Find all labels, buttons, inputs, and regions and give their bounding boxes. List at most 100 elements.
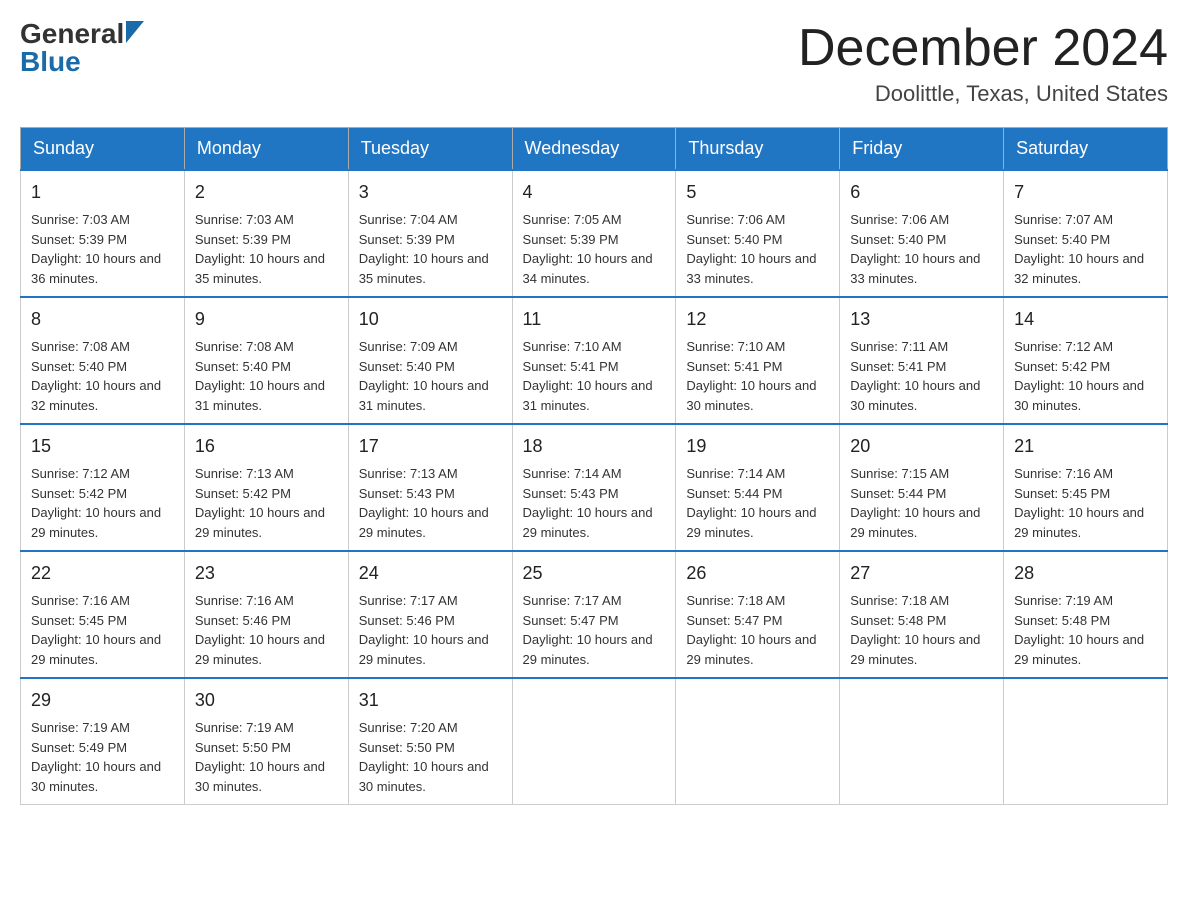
calendar-header-tuesday: Tuesday — [348, 128, 512, 171]
day-info: Sunrise: 7:13 AMSunset: 5:43 PMDaylight:… — [359, 464, 502, 542]
calendar-header-wednesday: Wednesday — [512, 128, 676, 171]
logo: General Blue — [20, 20, 144, 76]
day-info: Sunrise: 7:08 AMSunset: 5:40 PMDaylight:… — [31, 337, 174, 415]
calendar-day-2: 2 Sunrise: 7:03 AMSunset: 5:39 PMDaylight… — [184, 170, 348, 297]
day-number: 31 — [359, 687, 502, 714]
calendar-table: SundayMondayTuesdayWednesdayThursdayFrid… — [20, 127, 1168, 805]
day-number: 2 — [195, 179, 338, 206]
day-number: 21 — [1014, 433, 1157, 460]
calendar-day-25: 25 Sunrise: 7:17 AMSunset: 5:47 PMDayligh… — [512, 551, 676, 678]
month-year-title: December 2024 — [798, 20, 1168, 77]
calendar-header-monday: Monday — [184, 128, 348, 171]
day-info: Sunrise: 7:12 AMSunset: 5:42 PMDaylight:… — [1014, 337, 1157, 415]
calendar-week-row-4: 22 Sunrise: 7:16 AMSunset: 5:45 PMDayligh… — [21, 551, 1168, 678]
calendar-day-16: 16Sunrise: 7:13 AMSunset: 5:42 PMDayligh… — [184, 424, 348, 551]
day-info: Sunrise: 7:13 AMSunset: 5:42 PMDaylight:… — [195, 464, 338, 542]
calendar-day-5: 5Sunrise: 7:06 AMSunset: 5:40 PMDaylight… — [676, 170, 840, 297]
day-info: Sunrise: 7:05 AMSunset: 5:39 PMDaylight:… — [523, 210, 666, 288]
calendar-empty-cell — [840, 678, 1004, 805]
calendar-day-19: 19Sunrise: 7:14 AMSunset: 5:44 PMDayligh… — [676, 424, 840, 551]
calendar-day-21: 21 Sunrise: 7:16 AMSunset: 5:45 PMDayligh… — [1004, 424, 1168, 551]
day-info: Sunrise: 7:10 AMSunset: 5:41 PMDaylight:… — [686, 337, 829, 415]
calendar-week-row-3: 15 Sunrise: 7:12 AMSunset: 5:42 PMDayligh… — [21, 424, 1168, 551]
day-number: 6 — [850, 179, 993, 206]
day-number: 24 — [359, 560, 502, 587]
calendar-day-7: 7 Sunrise: 7:07 AMSunset: 5:40 PMDaylight… — [1004, 170, 1168, 297]
day-info: Sunrise: 7:17 AMSunset: 5:47 PMDaylight:… — [523, 591, 666, 669]
day-info: Sunrise: 7:18 AMSunset: 5:47 PMDaylight:… — [686, 591, 829, 669]
calendar-day-8: 8 Sunrise: 7:08 AMSunset: 5:40 PMDaylight… — [21, 297, 185, 424]
calendar-day-29: 29Sunrise: 7:19 AMSunset: 5:49 PMDayligh… — [21, 678, 185, 805]
day-info: Sunrise: 7:15 AMSunset: 5:44 PMDaylight:… — [850, 464, 993, 542]
day-info: Sunrise: 7:18 AMSunset: 5:48 PMDaylight:… — [850, 591, 993, 669]
day-info: Sunrise: 7:03 AMSunset: 5:39 PMDaylight:… — [195, 210, 338, 288]
calendar-day-10: 10Sunrise: 7:09 AMSunset: 5:40 PMDayligh… — [348, 297, 512, 424]
calendar-day-18: 18Sunrise: 7:14 AMSunset: 5:43 PMDayligh… — [512, 424, 676, 551]
calendar-day-17: 17 Sunrise: 7:13 AMSunset: 5:43 PMDayligh… — [348, 424, 512, 551]
day-number: 13 — [850, 306, 993, 333]
calendar-day-24: 24 Sunrise: 7:17 AMSunset: 5:46 PMDayligh… — [348, 551, 512, 678]
day-number: 19 — [686, 433, 829, 460]
day-number: 12 — [686, 306, 829, 333]
logo-blue-text: Blue — [20, 48, 81, 76]
day-number: 29 — [31, 687, 174, 714]
day-number: 1 — [31, 179, 174, 206]
location-subtitle: Doolittle, Texas, United States — [798, 81, 1168, 107]
day-info: Sunrise: 7:09 AMSunset: 5:40 PMDaylight:… — [359, 337, 502, 415]
logo-general-text: General — [20, 20, 124, 48]
day-info: Sunrise: 7:06 AMSunset: 5:40 PMDaylight:… — [686, 210, 829, 288]
day-number: 4 — [523, 179, 666, 206]
calendar-header-row: SundayMondayTuesdayWednesdayThursdayFrid… — [21, 128, 1168, 171]
calendar-day-6: 6 Sunrise: 7:06 AMSunset: 5:40 PMDaylight… — [840, 170, 1004, 297]
page-header: General Blue December 2024 Doolittle, Te… — [20, 20, 1168, 107]
day-info: Sunrise: 7:16 AMSunset: 5:45 PMDaylight:… — [31, 591, 174, 669]
day-info: Sunrise: 7:20 AMSunset: 5:50 PMDaylight:… — [359, 718, 502, 796]
calendar-header-saturday: Saturday — [1004, 128, 1168, 171]
day-number: 30 — [195, 687, 338, 714]
day-number: 23 — [195, 560, 338, 587]
day-number: 11 — [523, 306, 666, 333]
day-info: Sunrise: 7:06 AMSunset: 5:40 PMDaylight:… — [850, 210, 993, 288]
calendar-day-12: 12 Sunrise: 7:10 AMSunset: 5:41 PMDayligh… — [676, 297, 840, 424]
calendar-day-23: 23 Sunrise: 7:16 AMSunset: 5:46 PMDayligh… — [184, 551, 348, 678]
day-info: Sunrise: 7:16 AMSunset: 5:46 PMDaylight:… — [195, 591, 338, 669]
calendar-week-row-1: 1 Sunrise: 7:03 AMSunset: 5:39 PMDaylight… — [21, 170, 1168, 297]
day-info: Sunrise: 7:17 AMSunset: 5:46 PMDaylight:… — [359, 591, 502, 669]
calendar-header-friday: Friday — [840, 128, 1004, 171]
day-number: 17 — [359, 433, 502, 460]
day-info: Sunrise: 7:16 AMSunset: 5:45 PMDaylight:… — [1014, 464, 1157, 542]
calendar-day-14: 14Sunrise: 7:12 AMSunset: 5:42 PMDayligh… — [1004, 297, 1168, 424]
day-info: Sunrise: 7:04 AMSunset: 5:39 PMDaylight:… — [359, 210, 502, 288]
day-info: Sunrise: 7:19 AMSunset: 5:50 PMDaylight:… — [195, 718, 338, 796]
calendar-header-sunday: Sunday — [21, 128, 185, 171]
calendar-day-22: 22 Sunrise: 7:16 AMSunset: 5:45 PMDayligh… — [21, 551, 185, 678]
day-number: 15 — [31, 433, 174, 460]
day-info: Sunrise: 7:14 AMSunset: 5:43 PMDaylight:… — [523, 464, 666, 542]
calendar-day-28: 28Sunrise: 7:19 AMSunset: 5:48 PMDayligh… — [1004, 551, 1168, 678]
day-number: 7 — [1014, 179, 1157, 206]
day-number: 9 — [195, 306, 338, 333]
calendar-day-31: 31 Sunrise: 7:20 AMSunset: 5:50 PMDayligh… — [348, 678, 512, 805]
logo-triangle-icon — [126, 21, 144, 43]
calendar-day-20: 20 Sunrise: 7:15 AMSunset: 5:44 PMDayligh… — [840, 424, 1004, 551]
calendar-empty-cell — [1004, 678, 1168, 805]
calendar-day-1: 1 Sunrise: 7:03 AMSunset: 5:39 PMDaylight… — [21, 170, 185, 297]
day-number: 27 — [850, 560, 993, 587]
day-info: Sunrise: 7:12 AMSunset: 5:42 PMDaylight:… — [31, 464, 174, 542]
day-info: Sunrise: 7:10 AMSunset: 5:41 PMDaylight:… — [523, 337, 666, 415]
day-number: 8 — [31, 306, 174, 333]
day-info: Sunrise: 7:03 AMSunset: 5:39 PMDaylight:… — [31, 210, 174, 288]
day-number: 3 — [359, 179, 502, 206]
calendar-day-30: 30 Sunrise: 7:19 AMSunset: 5:50 PMDayligh… — [184, 678, 348, 805]
day-number: 28 — [1014, 560, 1157, 587]
calendar-day-27: 27 Sunrise: 7:18 AMSunset: 5:48 PMDayligh… — [840, 551, 1004, 678]
calendar-empty-cell — [676, 678, 840, 805]
day-info: Sunrise: 7:11 AMSunset: 5:41 PMDaylight:… — [850, 337, 993, 415]
day-number: 22 — [31, 560, 174, 587]
day-info: Sunrise: 7:07 AMSunset: 5:40 PMDaylight:… — [1014, 210, 1157, 288]
day-number: 20 — [850, 433, 993, 460]
day-number: 25 — [523, 560, 666, 587]
calendar-day-26: 26Sunrise: 7:18 AMSunset: 5:47 PMDayligh… — [676, 551, 840, 678]
calendar-week-row-5: 29Sunrise: 7:19 AMSunset: 5:49 PMDayligh… — [21, 678, 1168, 805]
calendar-empty-cell — [512, 678, 676, 805]
